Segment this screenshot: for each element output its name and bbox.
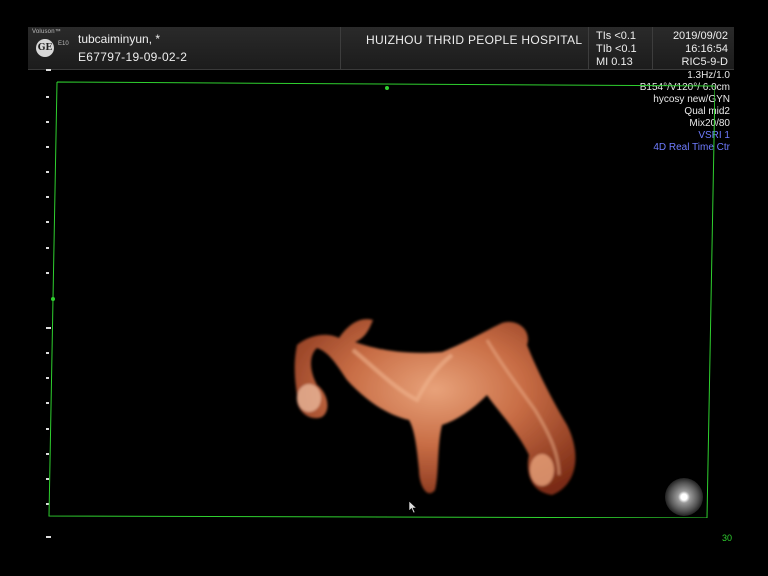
box-marker-dot [385,86,389,90]
probe-name: RIC5-9-D [681,56,728,68]
patient-id: E67797-19-09-02-2 [78,50,188,64]
ge-logo-icon: GE [36,39,54,57]
orientation-sphere-icon[interactable] [665,478,703,516]
mouse-pointer-icon [408,500,418,514]
mi-index: MI 0.13 [596,56,633,68]
scale-tick [46,69,51,71]
info-header-bar: Voluson™ GE E10 tubcaiminyun, * E67797-1… [28,27,734,70]
box-marker-dot [51,297,55,301]
render-volume-view[interactable] [47,80,715,518]
ge-voluson-logo: Voluson™ GE E10 [30,29,74,67]
patient-name: tubcaiminyun, * [78,32,161,46]
header-divider [340,27,341,69]
volume-box-frame [48,81,715,518]
uterus-tube-render [294,319,576,495]
brand-label: Voluson™ [32,29,61,35]
hospital-name: HUIZHOU THRID PEOPLE HOSPITAL [366,33,583,47]
exam-time: 16:16:54 [685,43,728,55]
model-label: E10 [58,41,69,47]
tis-index: TIs <0.1 [596,30,637,42]
header-divider [652,27,653,69]
exam-date: 2019/09/02 [672,30,728,42]
header-divider [588,27,589,69]
tib-index: TIb <0.1 [596,43,637,55]
depth-label: 30 [722,533,733,543]
scale-tick [46,536,51,538]
